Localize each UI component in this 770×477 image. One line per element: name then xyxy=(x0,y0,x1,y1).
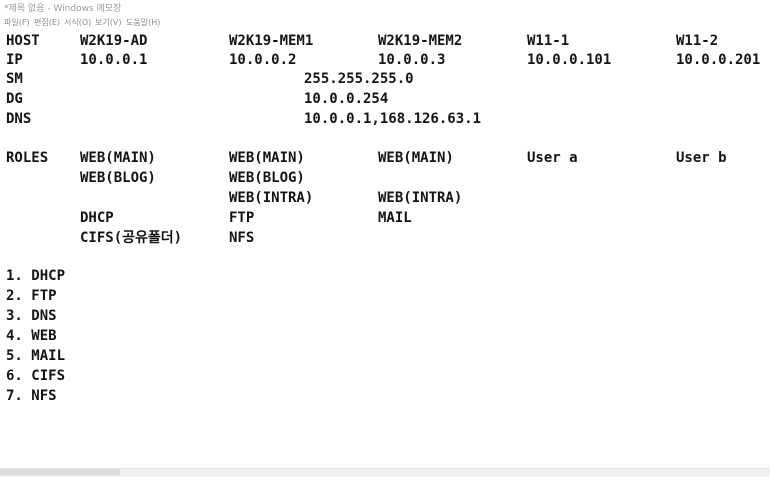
dns-label: DNS xyxy=(6,111,32,127)
roles-row-4: DHCP FTP MAIL xyxy=(6,208,412,228)
text-editor[interactable]: HOST W2K19-AD W2K19-MEM1 W2K19-MEM2 W11-… xyxy=(0,31,770,468)
roles-row-1: ROLES WEB(MAIN) WEB(MAIN) WEB(MAIN) User… xyxy=(6,148,727,168)
host-w11-2: W11-2 xyxy=(676,33,719,49)
host-w11-1: W11-1 xyxy=(527,33,570,49)
host-mem1: W2K19-MEM1 xyxy=(229,33,314,49)
host-ad: W2K19-AD xyxy=(80,33,148,49)
sm-label: SM xyxy=(6,71,23,87)
sm-value: 255.255.255.0 xyxy=(304,71,414,87)
ip-row: IP 10.0.0.1 10.0.0.2 10.0.0.3 10.0.0.101… xyxy=(6,50,760,70)
ip-label: IP xyxy=(6,52,23,68)
menu-view[interactable]: 보기(V) xyxy=(95,17,121,28)
dg-value: 10.0.0.254 xyxy=(304,91,389,107)
dg-label: DG xyxy=(6,91,23,107)
roles-mem1-1: WEB(MAIN) xyxy=(229,150,305,166)
host-mem2: W2K19-MEM2 xyxy=(378,33,463,49)
ip-w11-1: 10.0.0.101 xyxy=(527,52,612,68)
roles-ad-2: WEB(BLOG) xyxy=(80,170,156,186)
roles-row-2: WEB(BLOG) WEB(BLOG) xyxy=(6,168,305,188)
roles-mem2-1: WEB(MAIN) xyxy=(378,150,454,166)
roles-ad-1: WEB(MAIN) xyxy=(80,150,156,166)
service-list-item: 4. WEB xyxy=(6,328,57,344)
roles-w11-2: User b xyxy=(676,150,727,166)
roles-ad-5: CIFS(공유폴더) xyxy=(80,230,183,246)
sm-row: SM 255.255.255.0 xyxy=(6,69,414,89)
roles-label: ROLES xyxy=(6,150,49,166)
ip-mem1: 10.0.0.2 xyxy=(229,52,297,68)
menu-file[interactable]: 파일(F) xyxy=(4,17,30,28)
ip-w11-2: 10.0.0.201 xyxy=(676,52,761,68)
ip-ad: 10.0.0.1 xyxy=(80,52,148,68)
menu-help[interactable]: 도움말(H) xyxy=(126,17,160,28)
roles-mem1-5: NFS xyxy=(229,230,255,246)
service-list-item: 1. DHCP xyxy=(6,268,66,284)
service-list-item: 7. NFS xyxy=(6,388,57,404)
window-title: *제목 없음 - Windows 메모장 xyxy=(4,4,122,14)
dg-row: DG 10.0.0.254 xyxy=(6,89,388,109)
title-bar: *제목 없음 - Windows 메모장 xyxy=(0,0,770,16)
dns-row: DNS 10.0.0.1,168.126.63.1 xyxy=(6,109,481,129)
ip-mem2: 10.0.0.3 xyxy=(378,52,446,68)
menu-format[interactable]: 서식(O) xyxy=(64,17,91,28)
roles-w11-1: User a xyxy=(527,150,578,166)
menu-edit[interactable]: 편집(E) xyxy=(34,17,60,28)
roles-mem2-3: WEB(INTRA) xyxy=(378,190,463,206)
host-row: HOST W2K19-AD W2K19-MEM1 W2K19-MEM2 W11-… xyxy=(6,31,718,51)
roles-mem1-4: FTP xyxy=(229,210,255,226)
service-list-item: 5. MAIL xyxy=(6,348,66,364)
service-list-item: 3. DNS xyxy=(6,308,57,324)
roles-mem1-3: WEB(INTRA) xyxy=(229,190,314,206)
roles-ad-4: DHCP xyxy=(80,210,114,226)
service-list-item: 2. FTP xyxy=(6,288,57,304)
dns-value: 10.0.0.1,168.126.63.1 xyxy=(304,111,482,127)
roles-mem1-2: WEB(BLOG) xyxy=(229,170,305,186)
menu-bar: 파일(F) 편집(E) 서식(O) 보기(V) 도움말(H) xyxy=(0,16,770,31)
service-list-item: 6. CIFS xyxy=(6,368,66,384)
roles-row-5: CIFS(공유폴더) NFS xyxy=(6,228,254,248)
roles-mem2-4: MAIL xyxy=(378,210,412,226)
horizontal-scrollbar[interactable] xyxy=(0,469,120,475)
roles-row-3: WEB(INTRA) WEB(INTRA) xyxy=(6,188,462,208)
host-label: HOST xyxy=(6,33,40,49)
